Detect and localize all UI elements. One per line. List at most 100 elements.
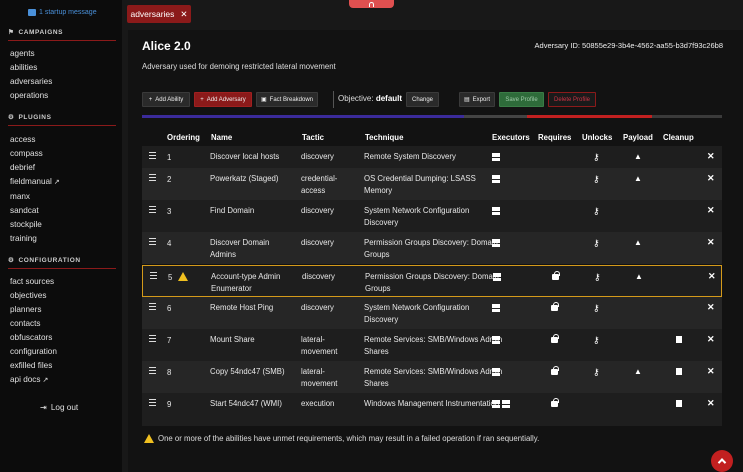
nav-obfuscators[interactable]: obfuscators <box>10 333 52 342</box>
row-order: 6 <box>167 304 172 313</box>
nav-configuration[interactable]: configuration <box>10 347 57 356</box>
nav-fieldmanual[interactable]: fieldmanual ↗ <box>10 177 60 186</box>
lock-icon <box>552 271 560 280</box>
table-row[interactable]: 5 Account-type Admin Enumerator discovery… <box>142 265 722 297</box>
row-technique: Remote System Discovery <box>364 152 456 161</box>
warning-footer: One or more of the abilities have unmet … <box>144 434 539 443</box>
chat-icon <box>28 9 36 16</box>
row-name[interactable]: Find Domain <box>210 205 295 217</box>
chevron-up-icon <box>717 458 727 467</box>
remove-row-icon[interactable]: ✕ <box>707 152 715 161</box>
row-order: 5 <box>168 272 188 284</box>
drag-handle-icon[interactable] <box>149 238 156 247</box>
table-row[interactable]: 6 Remote Host Ping discovery System Network… <box>142 297 722 329</box>
row-tactic: discovery <box>301 238 334 247</box>
windows-icon <box>492 239 512 247</box>
add-ability-button[interactable]: + Add Ability <box>142 92 190 107</box>
table-row[interactable]: 1 Discover local hosts discovery Remote Sys… <box>142 146 722 168</box>
col-requires: Requires <box>538 133 572 142</box>
drag-handle-icon[interactable] <box>149 206 156 215</box>
remove-row-icon[interactable]: ✕ <box>708 272 716 281</box>
nav-agents[interactable]: agents <box>10 49 35 58</box>
remove-row-icon[interactable]: ✕ <box>707 367 715 376</box>
drag-handle-icon[interactable] <box>150 272 157 281</box>
row-tactic: execution <box>301 399 335 408</box>
add-adversary-button[interactable]: + Add Adversary <box>194 92 252 107</box>
col-ordering: Ordering <box>167 133 200 142</box>
row-technique: Permission Groups Discovery: Domain Grou… <box>364 238 498 259</box>
nav-contacts[interactable]: contacts <box>10 319 41 328</box>
scroll-top-button[interactable] <box>711 450 733 472</box>
col-unlocks: Unlocks <box>582 133 613 142</box>
nav-api-docs[interactable]: api docs ↗ <box>10 375 48 384</box>
nav-fact-sources[interactable]: fact sources <box>10 277 54 286</box>
nav-abilities[interactable]: abilities <box>10 63 37 72</box>
table-row[interactable]: 7 Mount Share lateral-movement Remote Servi… <box>142 329 722 361</box>
windows-icon <box>492 175 512 183</box>
row-name[interactable]: Discover local hosts <box>210 151 295 163</box>
trash-icon[interactable] <box>676 399 684 407</box>
drag-handle-icon[interactable] <box>149 303 156 312</box>
table-row[interactable]: 9 Start 54ndc47 (WMI) execution Windows Man… <box>142 393 722 426</box>
tab-adversaries[interactable]: adversaries ✕ <box>127 5 191 23</box>
drag-handle-icon[interactable] <box>149 174 156 183</box>
nav-debrief[interactable]: debrief <box>10 163 35 172</box>
export-button[interactable]: ▤ Export <box>459 92 495 107</box>
save-profile-button[interactable]: Save Profile <box>499 92 544 107</box>
row-order: 7 <box>167 336 172 345</box>
row-tactic: discovery <box>301 206 334 215</box>
collapse-tab-button[interactable] <box>349 0 394 8</box>
drag-handle-icon[interactable] <box>149 335 156 344</box>
startup-message[interactable]: 1 startup message <box>28 9 97 16</box>
delete-profile-button[interactable]: Delete Profile <box>548 92 596 107</box>
nav-planners[interactable]: planners <box>10 305 41 314</box>
table-row[interactable]: 8 Copy 54ndc47 (SMB) lateral-movement Remot… <box>142 361 722 393</box>
nav-manx[interactable]: manx <box>10 192 30 201</box>
remove-row-icon[interactable]: ✕ <box>707 303 715 312</box>
col-cleanup: Cleanup <box>663 133 694 142</box>
remove-row-icon[interactable]: ✕ <box>707 206 715 215</box>
fact-breakdown-button[interactable]: ▣ Fact Breakdown <box>256 92 318 107</box>
table-row[interactable]: 2 Powerkatz (Staged) credential-access OS C… <box>142 168 722 200</box>
row-technique: System Network Configuration Discovery <box>364 206 470 227</box>
row-name[interactable]: Discover Domain Admins <box>210 237 295 261</box>
nav-objectives[interactable]: objectives <box>10 291 46 300</box>
nav-training[interactable]: training <box>10 234 37 243</box>
nav-adversaries[interactable]: adversaries <box>10 77 52 86</box>
adversary-description: Adversary used for demoing restricted la… <box>142 62 336 71</box>
remove-row-icon[interactable]: ✕ <box>707 399 715 408</box>
nav-sandcat[interactable]: sandcat <box>10 206 39 215</box>
row-name[interactable]: Remote Host Ping <box>210 302 295 314</box>
drag-handle-icon[interactable] <box>149 152 156 161</box>
nav-compass[interactable]: compass <box>10 149 43 158</box>
trash-icon[interactable] <box>676 335 684 343</box>
row-name[interactable]: Mount Share <box>210 334 295 346</box>
row-name[interactable]: Copy 54ndc47 (SMB) <box>210 366 295 378</box>
change-objective-button[interactable]: Change <box>406 92 439 107</box>
remove-row-icon[interactable]: ✕ <box>707 238 715 247</box>
logout-button[interactable]: ⇥ Log out <box>40 402 78 413</box>
table-row[interactable]: 3 Find Domain discovery System Network Conf… <box>142 200 722 232</box>
remove-row-icon[interactable]: ✕ <box>707 174 715 183</box>
close-icon[interactable]: ✕ <box>180 9 187 20</box>
divider <box>333 91 334 108</box>
payload-icon: ▲ <box>634 152 642 161</box>
nav-access[interactable]: access <box>10 135 35 144</box>
row-name[interactable]: Powerkatz (Staged) <box>210 173 295 185</box>
windows-icon <box>492 153 512 161</box>
table-row[interactable]: 4 Discover Domain Admins discovery Permissi… <box>142 232 722 264</box>
remove-row-icon[interactable]: ✕ <box>707 335 715 344</box>
row-name[interactable]: Account-type Admin Enumerator <box>211 271 296 295</box>
row-order: 3 <box>167 207 172 216</box>
row-name[interactable]: Start 54ndc47 (WMI) <box>210 398 295 410</box>
payload-icon: ▲ <box>634 238 642 247</box>
nav-operations[interactable]: operations <box>10 91 48 100</box>
nav-exfilled-files[interactable]: exfilled files <box>10 361 52 370</box>
drag-handle-icon[interactable] <box>149 367 156 376</box>
drag-handle-icon[interactable] <box>149 399 156 408</box>
objective-label: Objective: default <box>338 94 403 103</box>
col-technique: Technique <box>365 133 404 142</box>
external-link-icon: ↗ <box>42 377 49 384</box>
trash-icon[interactable] <box>676 367 684 375</box>
nav-stockpile[interactable]: stockpile <box>10 220 42 229</box>
